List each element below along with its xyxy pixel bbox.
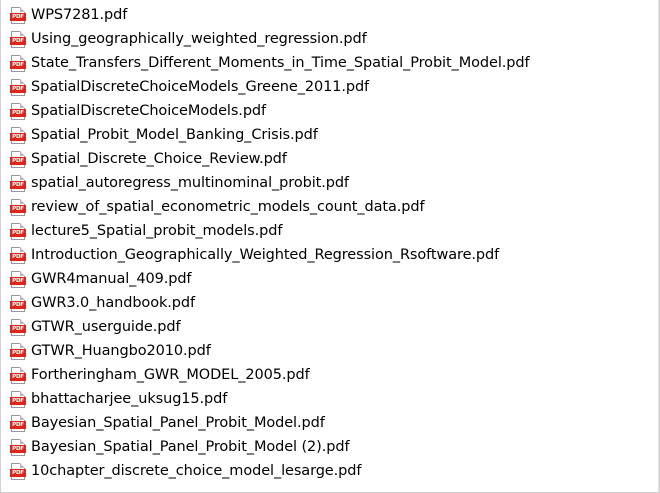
file-list-item[interactable]: PDF Fortheringham_GWR_MODEL_2005.pdf	[1, 363, 659, 387]
pdf-file-icon: PDF	[10, 294, 26, 312]
pdf-file-icon: PDF	[10, 150, 26, 168]
pdf-file-icon: PDF	[10, 30, 26, 48]
pdf-file-icon: PDF	[10, 54, 26, 72]
file-list-item[interactable]: PDF Bayesian_Spatial_Panel_Probit_Model …	[1, 435, 659, 459]
pdf-file-icon: PDF	[10, 246, 26, 264]
file-list-item[interactable]: PDF Bayesian_Spatial_Panel_Probit_Model.…	[1, 411, 659, 435]
pdf-file-icon: PDF	[10, 366, 26, 384]
file-name: 10chapter_discrete_choice_model_lesarge.…	[31, 463, 362, 479]
pdf-file-icon: PDF	[10, 390, 26, 408]
list-right-border	[658, 0, 659, 493]
file-name: State_Transfers_Different_Moments_in_Tim…	[31, 55, 530, 71]
file-name: GWR3.0_handbook.pdf	[31, 295, 195, 311]
pdf-file-icon: PDF	[10, 78, 26, 96]
file-list-item[interactable]: PDF GWR3.0_handbook.pdf	[1, 291, 659, 315]
pdf-file-icon: PDF	[10, 318, 26, 336]
pdf-file-icon: PDF	[10, 222, 26, 240]
file-name: SpatialDiscreteChoiceModels_Greene_2011.…	[31, 79, 370, 95]
file-name: GWR4manual_409.pdf	[31, 271, 192, 287]
file-list-item[interactable]: PDF Introduction_Geographically_Weighted…	[1, 243, 659, 267]
file-name: GTWR_Huangbo2010.pdf	[31, 343, 211, 359]
file-list-item[interactable]: PDF Using_geographically_weighted_regres…	[1, 27, 659, 51]
file-name: GTWR_userguide.pdf	[31, 319, 181, 335]
pdf-file-icon: PDF	[10, 198, 26, 216]
file-name: spatial_autoregress_multinominal_probit.…	[31, 175, 349, 191]
file-list-item[interactable]: PDF GWR4manual_409.pdf	[1, 267, 659, 291]
file-name: Spatial_Probit_Model_Banking_Crisis.pdf	[31, 127, 318, 143]
file-name: Bayesian_Spatial_Panel_Probit_Model (2).…	[31, 439, 350, 455]
file-name: lecture5_Spatial_probit_models.pdf	[31, 223, 283, 239]
file-list-item[interactable]: PDF Spatial_Discrete_Choice_Review.pdf	[1, 147, 659, 171]
file-name: bhattacharjee_uksug15.pdf	[31, 391, 228, 407]
pdf-file-icon: PDF	[10, 270, 26, 288]
file-list-item[interactable]: PDF spatial_autoregress_multinominal_pro…	[1, 171, 659, 195]
pdf-file-icon: PDF	[10, 438, 26, 456]
pdf-file-icon: PDF	[10, 174, 26, 192]
file-list-item[interactable]: PDF SpatialDiscreteChoiceModels.pdf	[1, 99, 659, 123]
file-name: Using_geographically_weighted_regression…	[31, 31, 367, 47]
file-name: WPS7281.pdf	[31, 7, 128, 23]
pdf-file-icon: PDF	[10, 126, 26, 144]
file-list-item[interactable]: PDF State_Transfers_Different_Moments_in…	[1, 51, 659, 75]
pdf-file-icon: PDF	[10, 462, 26, 480]
file-list-item[interactable]: PDF WPS7281.pdf	[1, 3, 659, 27]
file-name: Fortheringham_GWR_MODEL_2005.pdf	[31, 367, 310, 383]
file-name: Introduction_Geographically_Weighted_Reg…	[31, 247, 500, 263]
file-list-item[interactable]: PDF GTWR_userguide.pdf	[1, 315, 659, 339]
file-list: PDF WPS7281.pdf PDF Using_geographically…	[0, 0, 660, 493]
file-name: Spatial_Discrete_Choice_Review.pdf	[31, 151, 287, 167]
pdf-file-icon: PDF	[10, 342, 26, 360]
pdf-file-icon: PDF	[10, 414, 26, 432]
pdf-file-icon: PDF	[10, 6, 26, 24]
file-list-item[interactable]: PDF SpatialDiscreteChoiceModels_Greene_2…	[1, 75, 659, 99]
file-list-item[interactable]: PDF review_of_spatial_econometric_models…	[1, 195, 659, 219]
file-list-item[interactable]: PDF Spatial_Probit_Model_Banking_Crisis.…	[1, 123, 659, 147]
file-name: Bayesian_Spatial_Panel_Probit_Model.pdf	[31, 415, 325, 431]
file-name: SpatialDiscreteChoiceModels.pdf	[31, 103, 267, 119]
file-list-item[interactable]: PDF 10chapter_discrete_choice_model_lesa…	[1, 459, 659, 483]
file-list-item[interactable]: PDF GTWR_Huangbo2010.pdf	[1, 339, 659, 363]
file-name: review_of_spatial_econometric_models_cou…	[31, 199, 425, 215]
file-list-item[interactable]: PDF lecture5_Spatial_probit_models.pdf	[1, 219, 659, 243]
file-list-item[interactable]: PDF bhattacharjee_uksug15.pdf	[1, 387, 659, 411]
pdf-file-icon: PDF	[10, 102, 26, 120]
